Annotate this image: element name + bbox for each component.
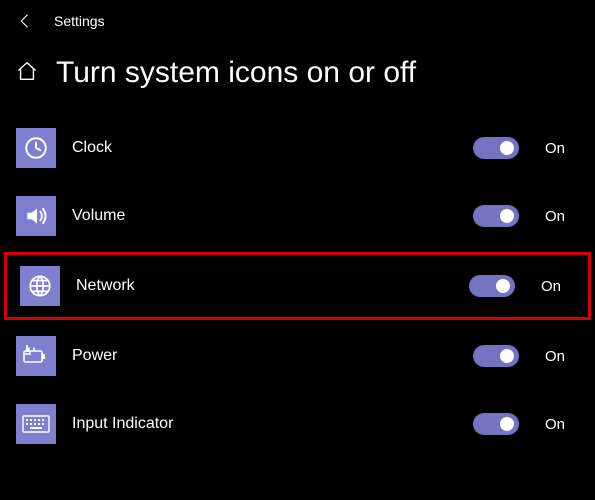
- toggle-state: On: [545, 208, 573, 225]
- toggle-state: On: [545, 348, 573, 365]
- toggle-state: On: [545, 416, 573, 433]
- toggle-input-indicator[interactable]: [473, 413, 519, 435]
- toggle-clock[interactable]: [473, 137, 519, 159]
- toggle-network[interactable]: [469, 275, 515, 297]
- back-icon[interactable]: [16, 12, 34, 30]
- row-power: Power On: [0, 322, 595, 390]
- row-network: Network On: [4, 252, 591, 320]
- network-icon: [20, 266, 60, 306]
- row-label: Volume: [72, 207, 457, 225]
- page-title: Turn system icons on or off: [56, 56, 416, 90]
- system-icons-list: Clock On Volume On Network: [0, 114, 595, 458]
- row-clock: Clock On: [0, 114, 595, 182]
- toggle-state: On: [545, 140, 573, 157]
- power-icon: [16, 336, 56, 376]
- row-volume: Volume On: [0, 182, 595, 250]
- toggle-state: On: [541, 278, 569, 295]
- home-icon[interactable]: [16, 60, 38, 87]
- row-input-indicator: Input Indicator On: [0, 390, 595, 458]
- row-label: Input Indicator: [72, 415, 457, 433]
- app-name-label: Settings: [54, 13, 105, 29]
- clock-icon: [16, 128, 56, 168]
- volume-icon: [16, 196, 56, 236]
- toggle-power[interactable]: [473, 345, 519, 367]
- keyboard-icon: [16, 404, 56, 444]
- row-label: Power: [72, 347, 457, 365]
- row-label: Network: [76, 277, 453, 295]
- row-label: Clock: [72, 139, 457, 157]
- toggle-volume[interactable]: [473, 205, 519, 227]
